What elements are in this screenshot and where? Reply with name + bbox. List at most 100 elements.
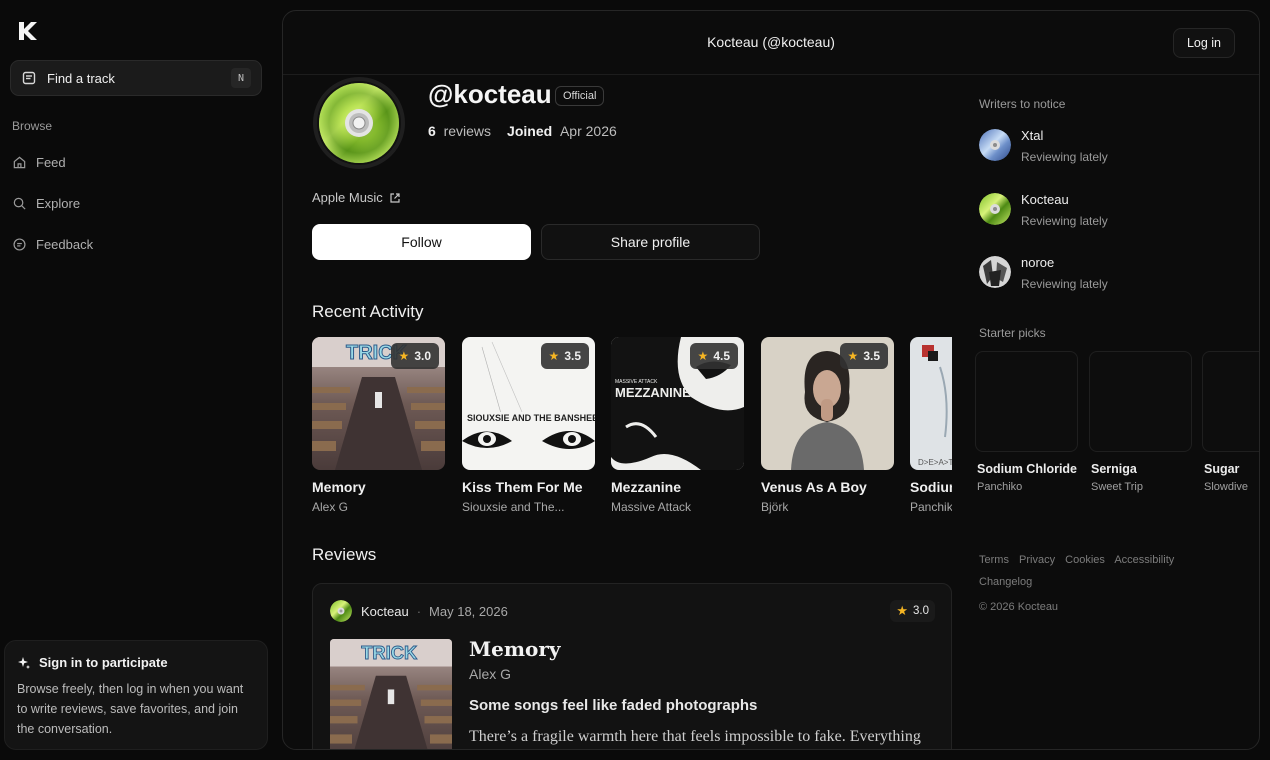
rating-value: 3.0 (913, 605, 929, 617)
shortcut-key-badge: N (231, 68, 251, 88)
pick-title: Sodium Chloride (977, 462, 1077, 476)
kocteau-logo-icon[interactable] (16, 19, 40, 43)
recent-item[interactable]: D>E>A>T>H Sodium Chloride Panchiko (910, 337, 952, 514)
rating-value: 3.0 (414, 349, 431, 363)
star-icon: ★ (847, 349, 859, 363)
recent-item[interactable]: ★ 3.5 Venus As A Boy Björk (761, 337, 894, 514)
find-track-label: Find a track (47, 70, 115, 86)
page-title: Kocteau (@kocteau) (707, 34, 835, 50)
writer-status: Reviewing lately (1021, 150, 1108, 164)
writer-name: Xtal (1021, 128, 1044, 143)
profile-stats: 6 reviews Joined Apr 2026 (428, 123, 617, 139)
pick-album-art (975, 351, 1078, 452)
writer-item-xtal[interactable]: Xtal Reviewing lately (979, 123, 1108, 164)
profile-content: @kocteau Official 6 reviews Joined Apr 2… (283, 75, 961, 749)
footer-link-accessibility[interactable]: Accessibility (1114, 554, 1174, 566)
svg-text:MEZZANINE: MEZZANINE (615, 385, 691, 400)
rating-value: 3.5 (863, 349, 880, 363)
sidebar-item-label: Feedback (36, 236, 94, 252)
official-badge: Official (555, 86, 605, 106)
review-headline: Some songs feel like faded photographs (469, 697, 758, 714)
rating-badge: ★ 4.5 (689, 343, 738, 369)
review-body: There’s a fragile warmth here that feels… (469, 728, 921, 745)
rating-badge: ★ 3.0 (390, 343, 439, 369)
main-panel: Kocteau (@kocteau) Log in @kocteau Offic… (282, 10, 1260, 750)
sparkle-icon (18, 656, 30, 669)
login-button[interactable]: Log in (1172, 28, 1235, 58)
star-icon: ★ (896, 603, 908, 618)
reviews-heading: Reviews (312, 545, 377, 564)
pick-item[interactable]: Serniga Sweet Trip (1089, 351, 1192, 493)
review-count: 6 (428, 123, 436, 139)
track-artist: Siouxsie and The... (462, 500, 565, 514)
recent-item[interactable]: TRICK ★ 3.0 Memory Alex G (312, 337, 445, 514)
writer-status: Reviewing lately (1021, 277, 1108, 291)
writer-name: noroe (1021, 255, 1055, 270)
sidebar-item-label: Explore (36, 195, 81, 211)
apple-music-link[interactable]: Apple Music (312, 190, 401, 205)
signin-title[interactable]: Sign in to participate (17, 655, 255, 670)
chat-icon (13, 237, 26, 251)
album-art: SIOUXSIE AND THE BANSHEES ★ 3.5 (462, 337, 595, 470)
star-icon: ★ (548, 349, 560, 363)
sidebar-item-feed[interactable]: Feed (12, 150, 262, 174)
footer-link-cookies[interactable]: Cookies (1065, 554, 1105, 566)
sidebar-item-explore[interactable]: Explore (12, 191, 262, 215)
pick-title: Sugar (1204, 462, 1240, 476)
sidebar-nav: Feed Explore Feedback (12, 150, 262, 273)
sidebar: Find a track N Browse Feed Explore Feedb… (0, 0, 282, 760)
track-artist: Panchiko (910, 500, 952, 514)
sidebar-item-feedback[interactable]: Feedback (12, 232, 262, 256)
recent-item[interactable]: SIOUXSIE AND THE BANSHEES ★ 3.5 Kiss Them… (462, 337, 595, 514)
pick-item[interactable]: Sugar Slowdive (1202, 351, 1259, 493)
pick-artist: Panchiko (977, 481, 1023, 493)
track-artist: Björk (761, 500, 789, 514)
footer-link-terms[interactable]: Terms (979, 554, 1009, 566)
star-icon: ★ (398, 349, 410, 363)
svg-text:MASSIVE ATTACK: MASSIVE ATTACK (615, 379, 658, 385)
writer-name: Kocteau (1021, 192, 1069, 207)
writer-item-kocteau[interactable]: Kocteau Reviewing lately (979, 187, 1108, 228)
review-track-title[interactable]: Memory (469, 637, 561, 661)
review-author[interactable]: Kocteau (361, 604, 409, 619)
star-icon: ★ (697, 349, 709, 363)
review-album-art: TRICK (330, 639, 452, 749)
search-track-icon (22, 71, 36, 85)
signin-description: Browse freely, then log in when you want… (17, 682, 244, 736)
profile-avatar (313, 77, 405, 169)
svg-text:D>E>A>T>H: D>E>A>T>H (918, 458, 952, 467)
pick-item[interactable]: Sodium Chloride Panchiko (975, 351, 1078, 493)
trick-album-art: TRICK (330, 639, 452, 749)
right-column: Writers to notice Xtal Reviewing lately (961, 75, 1259, 749)
rating-value: 4.5 (713, 349, 730, 363)
review-card[interactable]: Kocteau · May 18, 2026 ★ 3.0 TRICK Memor… (312, 583, 952, 749)
track-artist: Alex G (312, 500, 349, 514)
profile-handle: @kocteau (428, 79, 552, 109)
writer-item-noroe[interactable]: noroe Reviewing lately (979, 250, 1108, 291)
writer-status: Reviewing lately (1021, 214, 1108, 228)
album-art: ★ 3.5 (761, 337, 894, 470)
find-track-button[interactable]: Find a track N (10, 60, 262, 96)
review-date: May 18, 2026 (429, 603, 508, 619)
album-art: D>E>A>T>H (910, 337, 952, 470)
copyright: © 2026 Kocteau (979, 601, 1059, 613)
reviews-label: reviews (443, 123, 492, 139)
svg-text:SIOUXSIE AND THE BANSHEES: SIOUXSIE AND THE BANSHEES (467, 413, 595, 423)
pick-artist: Sweet Trip (1091, 481, 1143, 493)
signin-title-text: Sign in to participate (39, 655, 168, 670)
external-link-icon (390, 192, 400, 203)
follow-button[interactable]: Follow (312, 224, 531, 260)
track-title: Venus As A Boy (761, 479, 867, 495)
cd-avatar-icon (330, 600, 352, 622)
recent-item[interactable]: MEZZANINE MASSIVE ATTACK ★ 4.5 Mezzanine … (611, 337, 744, 514)
writer-avatar (979, 256, 1011, 288)
joined-date: Apr 2026 (559, 123, 617, 139)
author-avatar[interactable] (330, 600, 352, 622)
footer-link-privacy[interactable]: Privacy (1019, 554, 1055, 566)
share-profile-button[interactable]: Share profile (541, 224, 760, 260)
pick-album-art (1202, 351, 1259, 452)
footer-link-changelog[interactable]: Changelog (979, 576, 1032, 588)
panchiko-album-art: D>E>A>T>H (910, 337, 952, 470)
svg-text:TRICK: TRICK (361, 642, 418, 663)
rating-badge: ★ 3.5 (540, 343, 589, 369)
